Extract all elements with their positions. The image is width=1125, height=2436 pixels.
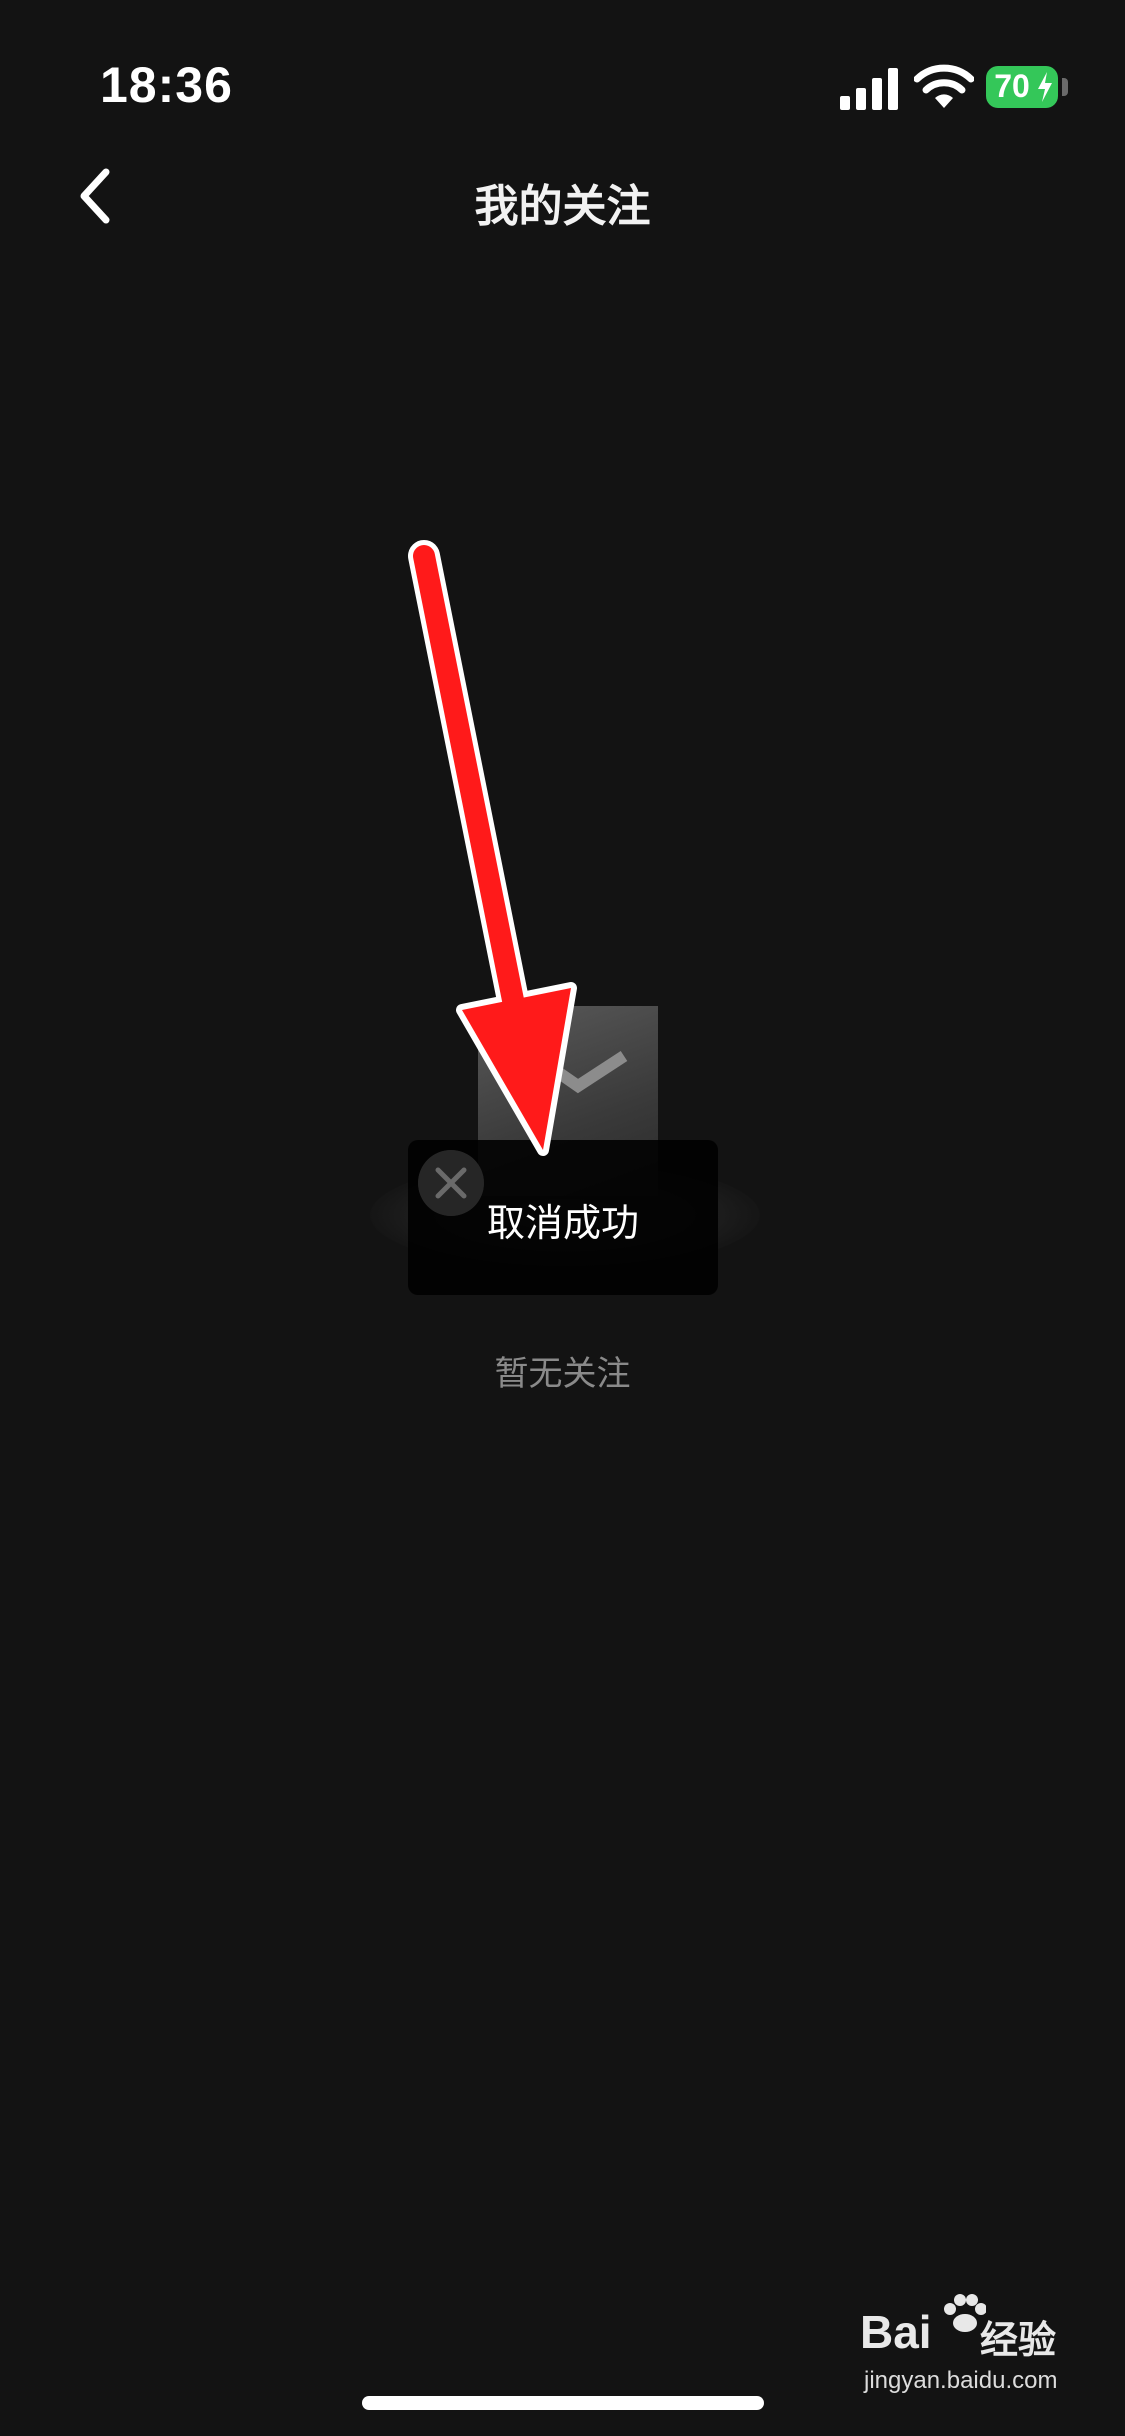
empty-state-text: 暂无关注 [494,1354,631,1394]
battery-level: 70 [994,68,1030,104]
page-title: 我的关注 [474,181,651,232]
cellular-signal-icon [840,68,898,110]
checkmark-icon [548,1050,628,1094]
home-indicator[interactable] [362,2396,764,2410]
charging-bolt-icon [1038,72,1052,102]
toast-message: 取消成功 [408,1140,718,1295]
watermark-url: jingyan.baidu.com [864,2367,1058,2394]
status-bar: 18:36 70 [0,0,1125,140]
battery-indicator: 70 [986,66,1058,108]
toast-text: 取消成功 [486,1201,639,1245]
status-time: 18:36 [100,57,233,113]
baidu-watermark: Bai 经验 jingyan.baidu.com [860,2294,1080,2405]
wifi-icon [914,64,974,108]
watermark-brand: Bai [860,2306,932,2358]
battery-cap [1062,78,1068,96]
watermark-cn: 经验 [980,2318,1057,2362]
